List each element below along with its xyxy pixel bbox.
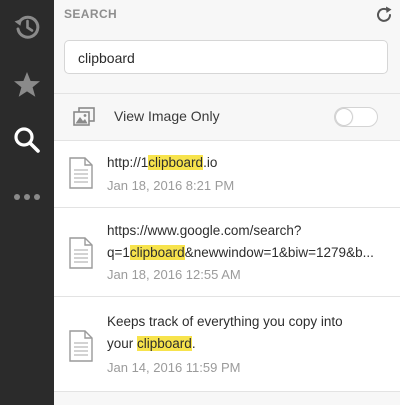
search-box xyxy=(64,40,388,74)
page-title: SEARCH xyxy=(64,7,118,21)
search-input[interactable] xyxy=(78,49,378,67)
sidebar xyxy=(0,0,54,405)
view-image-only-toggle[interactable] xyxy=(334,107,378,127)
refresh-icon[interactable] xyxy=(374,5,394,30)
result-date: Jan 18, 2016 12:55 AM xyxy=(107,267,241,282)
result-text: https://www.google.com/search? q=1clipboa… xyxy=(107,220,395,264)
result-text-part: &newwindow=1&biw=1279&b... xyxy=(184,245,374,260)
toggle-knob xyxy=(336,109,352,125)
main-panel: SEARCH View Image Only xyxy=(54,0,400,405)
result-text: Keeps track of everything you copy into y… xyxy=(107,311,395,355)
result-text-part: https://www.google.com/search? xyxy=(107,223,302,238)
document-icon xyxy=(68,157,94,194)
sidebar-item-more[interactable] xyxy=(0,174,54,220)
list-item[interactable]: http://1clipboard.io Jan 18, 2016 8:21 P… xyxy=(54,141,400,207)
search-highlight: clipboard xyxy=(137,336,192,351)
more-icon xyxy=(12,192,42,202)
sidebar-item-search[interactable] xyxy=(0,117,54,163)
result-text-part: . xyxy=(191,336,196,351)
history-icon xyxy=(12,12,42,42)
list-item[interactable]: https://www.google.com/search? q=1clipboa… xyxy=(54,208,400,296)
result-text: http://1clipboard.io xyxy=(107,152,395,174)
result-text-part: http://1 xyxy=(107,155,149,170)
star-icon xyxy=(12,70,42,100)
search-icon xyxy=(12,125,42,155)
divider xyxy=(54,391,400,392)
image-icon xyxy=(72,104,96,133)
result-date: Jan 18, 2016 8:21 PM xyxy=(107,178,235,193)
result-text-part: your xyxy=(107,336,138,351)
result-text-part: Keeps track of everything you copy into xyxy=(107,314,343,329)
sidebar-item-favorites[interactable] xyxy=(0,62,54,108)
document-icon xyxy=(68,237,94,274)
result-date: Jan 14, 2016 11:59 PM xyxy=(107,360,241,375)
search-highlight: clipboard xyxy=(148,155,204,170)
list-item[interactable]: Keeps track of everything you copy into y… xyxy=(54,297,400,391)
document-icon xyxy=(68,330,94,367)
sidebar-item-history[interactable] xyxy=(0,4,54,50)
view-image-only-row: View Image Only xyxy=(54,94,400,140)
result-text-part: q=1 xyxy=(107,245,130,260)
header: SEARCH xyxy=(54,0,400,30)
search-highlight: clipboard xyxy=(129,245,185,260)
result-text-part: .io xyxy=(203,155,218,170)
view-image-only-label: View Image Only xyxy=(114,108,220,124)
